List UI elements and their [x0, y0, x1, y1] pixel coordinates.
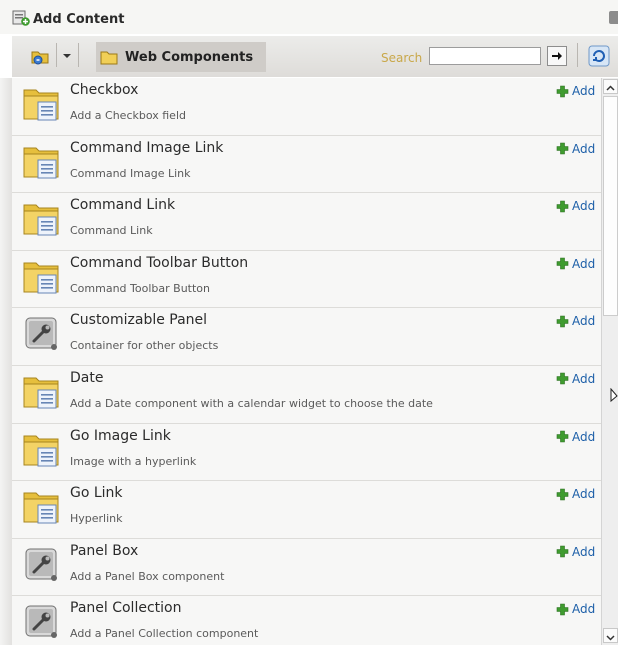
add-button[interactable]: Add — [556, 257, 595, 271]
plus-icon — [556, 200, 569, 212]
wrench-panel-icon — [23, 314, 59, 352]
list-item[interactable]: Command Image Link Command Image Link Add — [12, 135, 601, 194]
add-button[interactable]: Add — [556, 430, 595, 444]
folder-document-icon — [23, 487, 59, 525]
add-label: Add — [572, 487, 596, 502]
chevron-down-icon[interactable] — [62, 51, 72, 61]
dialog-title: Add Content — [33, 12, 125, 27]
component-description: Command Image Link — [70, 166, 191, 180]
add-label: Add — [572, 84, 596, 98]
component-description: Container for other objects — [70, 339, 219, 353]
scroll-down-button[interactable] — [603, 628, 618, 643]
component-name: Command Link — [70, 197, 176, 214]
plus-icon — [556, 85, 569, 97]
component-name: Panel Collection — [70, 600, 182, 617]
component-name: Checkbox — [70, 82, 139, 98]
mouse-cursor-icon — [610, 388, 618, 403]
add-label: Add — [572, 199, 596, 214]
add-button[interactable]: Add — [556, 84, 595, 98]
component-description: Hyperlink — [70, 512, 123, 526]
list-item[interactable]: Date Add a Date component with a calendar… — [12, 365, 601, 424]
add-label: Add — [572, 602, 596, 617]
component-description: Add a Panel Box component — [70, 569, 225, 583]
component-name: Go Link — [70, 485, 123, 502]
chevron-down-icon — [606, 635, 615, 641]
component-description: Command Toolbar Button — [70, 281, 210, 295]
breadcrumb[interactable]: Web Components — [96, 42, 266, 72]
panel-left-edge — [0, 78, 12, 645]
folder-document-icon — [23, 430, 59, 468]
search-input[interactable] — [429, 47, 541, 65]
vertical-scrollbar[interactable] — [601, 78, 618, 645]
folder-navigate-icon[interactable] — [30, 46, 50, 66]
breadcrumb-label: Web Components — [125, 49, 254, 65]
add-button[interactable]: Add — [556, 372, 595, 386]
list-item[interactable]: Command Link Command Link Add — [12, 193, 601, 251]
toolbar: Web Components Search — [12, 36, 618, 77]
dialog-title-bar: Add Content — [0, 0, 618, 34]
scroll-thumb[interactable] — [603, 96, 618, 316]
component-description: Command Link — [70, 224, 153, 238]
component-name: Panel Box — [70, 542, 139, 559]
add-label: Add — [572, 314, 596, 329]
refresh-icon[interactable] — [588, 45, 610, 67]
folder-document-icon — [23, 372, 59, 410]
folder-icon — [100, 51, 118, 65]
folder-document-icon — [23, 257, 59, 295]
component-description: Image with a hyperlink — [70, 454, 197, 468]
arrow-right-icon — [552, 52, 562, 60]
add-label: Add — [572, 429, 596, 444]
list-item[interactable]: Checkbox Add a Checkbox field Add — [12, 78, 601, 136]
scroll-up-button[interactable] — [603, 79, 618, 94]
add-button[interactable]: Add — [556, 199, 595, 213]
chevron-up-icon — [606, 85, 615, 91]
add-label: Add — [572, 371, 596, 386]
add-content-icon — [12, 10, 30, 26]
add-button[interactable]: Add — [556, 545, 595, 559]
folder-document-icon — [23, 199, 59, 237]
plus-icon — [556, 488, 569, 500]
component-name: Date — [70, 369, 104, 386]
list-item[interactable]: Go Link Hyperlink Add — [12, 481, 601, 539]
wrench-panel-icon — [23, 602, 59, 640]
plus-icon — [556, 430, 569, 443]
plus-icon — [556, 373, 569, 385]
folder-document-icon — [23, 84, 59, 122]
component-description: Add a Panel Collection component — [70, 627, 259, 641]
add-button[interactable]: Add — [556, 487, 595, 501]
wrench-panel-icon — [23, 545, 59, 583]
component-list: Checkbox Add a Checkbox field Add Command I… — [12, 78, 601, 645]
add-label: Add — [572, 544, 596, 559]
list-item[interactable]: Panel Box Add a Panel Box component Add — [12, 538, 601, 597]
plus-icon — [556, 257, 569, 270]
add-button[interactable]: Add — [556, 602, 595, 616]
folder-document-icon — [23, 142, 59, 180]
search-go-button[interactable] — [547, 46, 567, 66]
close-button[interactable] — [609, 11, 618, 24]
plus-icon — [556, 142, 569, 155]
plus-icon — [556, 603, 569, 616]
component-name: Command Toolbar Button — [70, 254, 249, 271]
search-label: Search — [381, 51, 423, 65]
list-item[interactable]: Panel Collection Add a Panel Collection c… — [12, 596, 601, 645]
plus-icon — [556, 315, 569, 328]
component-description: Add a Date component with a calendar wid… — [70, 396, 433, 410]
add-button[interactable]: Add — [556, 142, 595, 156]
add-button[interactable]: Add — [556, 314, 595, 328]
list-item[interactable]: Customizable Panel Container for other ob… — [12, 308, 601, 366]
component-name: Command Image Link — [70, 139, 224, 156]
plus-icon — [556, 545, 569, 558]
list-item[interactable]: Command Toolbar Button Command Toolbar Bu… — [12, 250, 601, 309]
component-description: Add a Checkbox field — [70, 109, 186, 122]
add-label: Add — [572, 141, 596, 156]
add-label: Add — [572, 256, 596, 271]
component-name: Go Image Link — [70, 427, 171, 444]
list-item[interactable]: Go Image Link Image with a hyperlink Add — [12, 423, 601, 482]
component-name: Customizable Panel — [70, 312, 208, 329]
